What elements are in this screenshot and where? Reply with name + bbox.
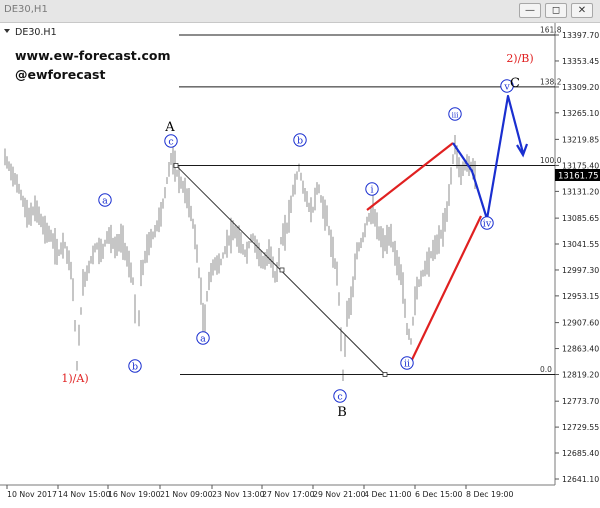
- wave-label-a: a: [102, 196, 108, 207]
- wave-label-a: a: [200, 334, 206, 345]
- window-title: DE30,H1: [4, 4, 48, 15]
- close-button[interactable]: ✕: [571, 3, 593, 18]
- wave-label-iii: iii: [452, 112, 459, 120]
- x-tick-label: 27 Nov 17:00: [262, 490, 315, 499]
- y-tick-label: 12773.70: [562, 397, 599, 406]
- wave-label-i: i: [370, 185, 373, 196]
- chart-symbol-label: DE30.H1: [15, 27, 57, 38]
- y-tick-label: 13265.10: [562, 109, 599, 118]
- x-tick-label: 10 Nov 2017: [7, 490, 57, 499]
- y-tick-label: 13041.55: [562, 240, 599, 249]
- y-tick-label: 13131.20: [562, 187, 599, 196]
- x-tick-label: 6 Dec 15:00: [415, 490, 463, 499]
- wave-label-C: C: [510, 76, 520, 91]
- y-tick-label: 12953.15: [562, 292, 599, 301]
- y-tick-label: 12907.60: [562, 319, 599, 328]
- x-tick-label: 14 Nov 15:00: [58, 490, 111, 499]
- fib-anchor-handle: [279, 267, 285, 273]
- price-chart: DE30.H1 www.ew-forecast.com @ewforecast …: [0, 23, 600, 499]
- y-tick-label: 13353.45: [562, 57, 599, 66]
- wave-label-ii: ii: [404, 359, 410, 370]
- fib-level-0-0-label: 0.0: [540, 365, 552, 374]
- fib-level-100-0-label: 100.0: [540, 156, 562, 165]
- x-tick-label: 8 Dec 19:00: [466, 490, 514, 499]
- website-watermark: www.ew-forecast.com: [15, 48, 171, 63]
- plot-area: [0, 23, 555, 485]
- wave-label-iv: iv: [483, 219, 492, 230]
- window-titlebar: DE30,H1 — ◻ ✕: [0, 0, 600, 23]
- y-tick-label: 13219.85: [562, 135, 599, 144]
- wave-label-1A: 1)/A): [61, 372, 88, 385]
- x-tick-label: 29 Nov 21:00: [313, 490, 366, 499]
- x-tick-label: 16 Nov 19:00: [108, 490, 161, 499]
- fib-anchor-handle: [173, 163, 179, 168]
- y-tick-label: 13085.65: [562, 214, 599, 223]
- y-tick-label: 12997.30: [562, 266, 599, 275]
- y-tick-label: 13309.20: [562, 83, 599, 92]
- wave-label-B: B: [337, 405, 347, 420]
- fib-anchor-handle: [382, 372, 388, 377]
- fib-level-138-2-label: 138.2: [540, 77, 562, 86]
- wave-label-A: A: [164, 120, 175, 135]
- x-tick-label: 4 Dec 11:00: [364, 490, 412, 499]
- wave-label-b: b: [132, 362, 138, 373]
- y-tick-label: 12863.40: [562, 345, 599, 354]
- y-tick-label: 12729.55: [562, 423, 599, 432]
- current-price-label: 13161.75: [558, 172, 599, 182]
- chart-window: DE30,H1 — ◻ ✕ DE30.H1 www.ew-forecast.co…: [0, 0, 600, 508]
- fib-level-161-8-label: 161.8: [540, 26, 562, 35]
- y-tick-label: 13397.70: [562, 31, 599, 40]
- x-tick-label: 21 Nov 09:00: [160, 490, 213, 499]
- twitter-watermark: @ewforecast: [15, 67, 105, 82]
- wave-label-b: b: [297, 136, 303, 147]
- y-tick-label: 12819.20: [562, 370, 599, 379]
- y-tick-label: 12685.40: [562, 449, 599, 458]
- minimize-button[interactable]: —: [519, 3, 541, 18]
- wave-label-2B: 2)/B): [506, 52, 533, 65]
- maximize-button[interactable]: ◻: [545, 3, 567, 18]
- wave-label-c: c: [168, 137, 173, 148]
- y-tick-label: 12641.10: [562, 475, 599, 484]
- wave-label-c: c: [337, 392, 342, 403]
- x-tick-label: 23 Nov 13:00: [212, 490, 265, 499]
